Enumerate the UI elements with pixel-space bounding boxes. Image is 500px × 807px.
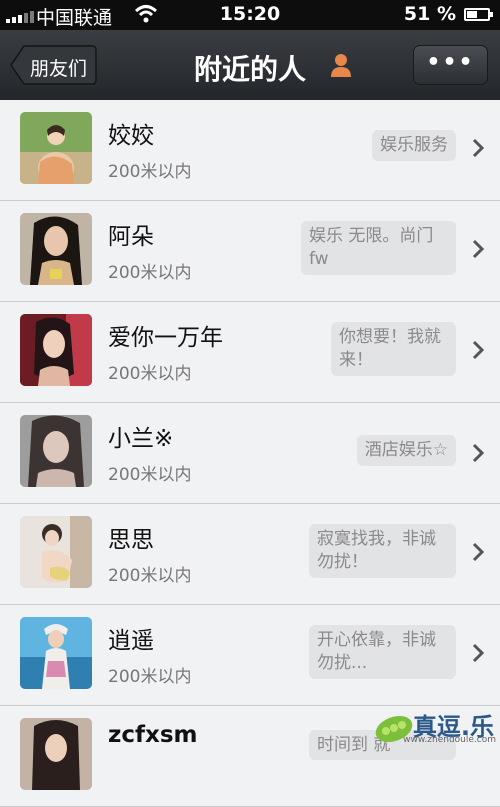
- chevron-right-icon: [472, 443, 484, 463]
- person-distance: 200米以内: [108, 667, 192, 687]
- person-signature: 你想要！我就来！: [331, 322, 456, 376]
- status-bar: 中国联通 15:20 51 %: [0, 0, 500, 30]
- person-distance: 200米以内: [108, 465, 192, 485]
- list-item[interactable]: 爱你一万年 200米以内 你想要！我就来！: [0, 302, 500, 403]
- avatar: [20, 213, 92, 285]
- person-name: 阿朵: [108, 224, 154, 250]
- chevron-right-icon: [472, 643, 484, 663]
- person-name: 思思: [108, 527, 154, 553]
- more-button[interactable]: •••: [413, 45, 488, 85]
- person-icon: [331, 54, 351, 77]
- list-item[interactable]: 阿朵 200米以内 娱乐 无限。尚门fw: [0, 201, 500, 302]
- avatar: [20, 718, 92, 790]
- chevron-right-icon: [472, 239, 484, 259]
- avatar: [20, 314, 92, 386]
- person-signature: 寂寞找我，非诚勿扰！: [309, 524, 456, 578]
- person-signature: 娱乐 无限。尚门fw: [301, 221, 456, 275]
- list-item[interactable]: 姣姣 200米以内 娱乐服务: [0, 100, 500, 201]
- person-distance: 200米以内: [108, 263, 192, 283]
- person-name: 姣姣: [108, 123, 154, 149]
- person-name: 逍遥: [108, 628, 154, 654]
- list-item[interactable]: 小兰※ 200米以内 酒店娱乐☆: [0, 403, 500, 504]
- person-distance: 200米以内: [108, 364, 192, 384]
- battery-icon: [464, 8, 493, 21]
- chevron-right-icon: [472, 138, 484, 158]
- person-signature: 开心依靠，非诚勿扰...: [309, 625, 456, 679]
- person-distance: 200米以内: [108, 566, 192, 586]
- watermark: 真逗.乐 www.zhendoule.com: [370, 705, 500, 750]
- person-distance: 200米以内: [108, 162, 192, 182]
- list-item[interactable]: 思思 200米以内 寂寞找我，非诚勿扰！: [0, 504, 500, 605]
- more-icon: •••: [426, 50, 475, 75]
- chevron-right-icon: [472, 542, 484, 562]
- watermark-url: www.zhendoule.com: [403, 735, 496, 745]
- avatar: [20, 516, 92, 588]
- person-signature: 酒店娱乐☆: [356, 435, 456, 466]
- avatar: [20, 617, 92, 689]
- battery-percent: 51 %: [403, 3, 456, 25]
- person-name: zcfxsm: [108, 722, 198, 748]
- person-name: 爱你一万年: [108, 325, 223, 351]
- avatar: [20, 415, 92, 487]
- person-name: 小兰※: [108, 426, 174, 452]
- navigation-bar: 朋友们 附近的人 •••: [0, 30, 500, 101]
- person-signature: 娱乐服务: [372, 130, 456, 161]
- chevron-right-icon: [472, 340, 484, 360]
- list-item[interactable]: 逍遥 200米以内 开心依靠，非诚勿扰...: [0, 605, 500, 706]
- avatar: [20, 112, 92, 184]
